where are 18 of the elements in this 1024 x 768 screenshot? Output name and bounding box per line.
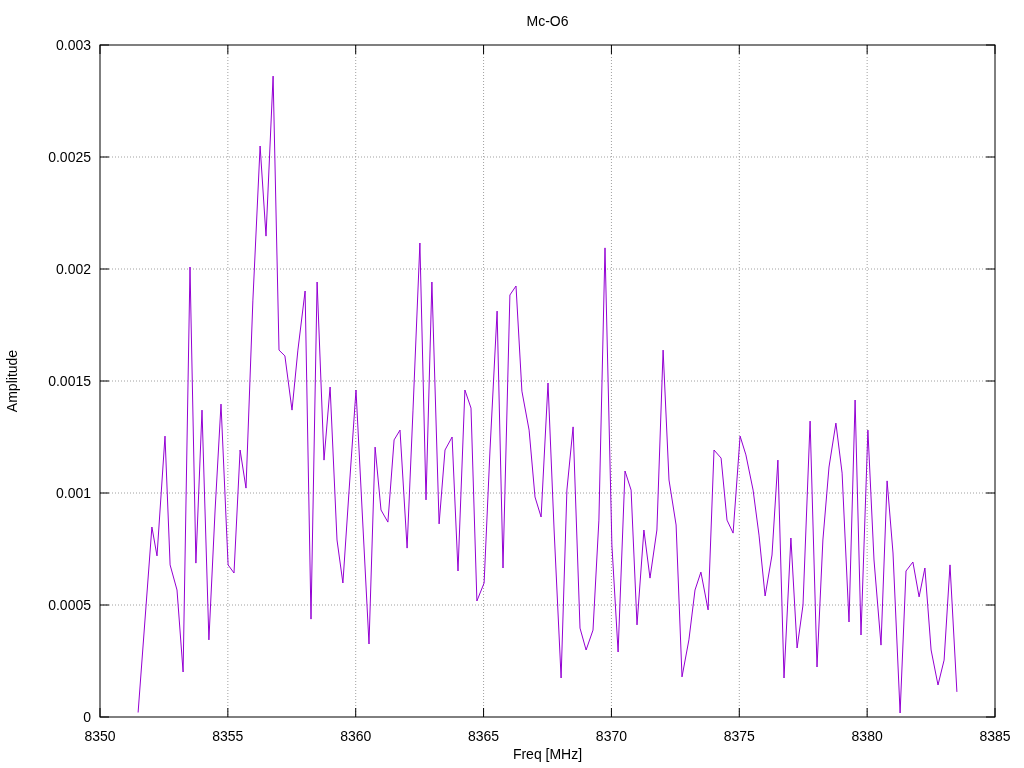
tick-label: 0.003 — [55, 37, 91, 53]
tick-label: 8380 — [851, 728, 883, 744]
tick-label: 8370 — [595, 728, 627, 744]
axis-label: Amplitude — [4, 349, 20, 413]
tick-label: 8360 — [340, 728, 372, 744]
tick-label: 0.001 — [55, 485, 91, 501]
tick-label: 0.0015 — [48, 373, 91, 389]
tick-label: 8365 — [468, 728, 500, 744]
tick-label: 8375 — [723, 728, 755, 744]
tick-label: 0.002 — [55, 261, 91, 277]
axis-label: Freq [MHz] — [512, 746, 583, 762]
tick-label: 8355 — [212, 728, 244, 744]
chart-title: Mc-O6 — [526, 13, 569, 29]
tick-label: 0.0005 — [48, 597, 91, 613]
tick-label: 8385 — [979, 728, 1011, 744]
tick-label: 0.0025 — [48, 149, 91, 165]
tick-label: 0 — [83, 709, 91, 725]
tick-label: 8350 — [84, 728, 116, 744]
